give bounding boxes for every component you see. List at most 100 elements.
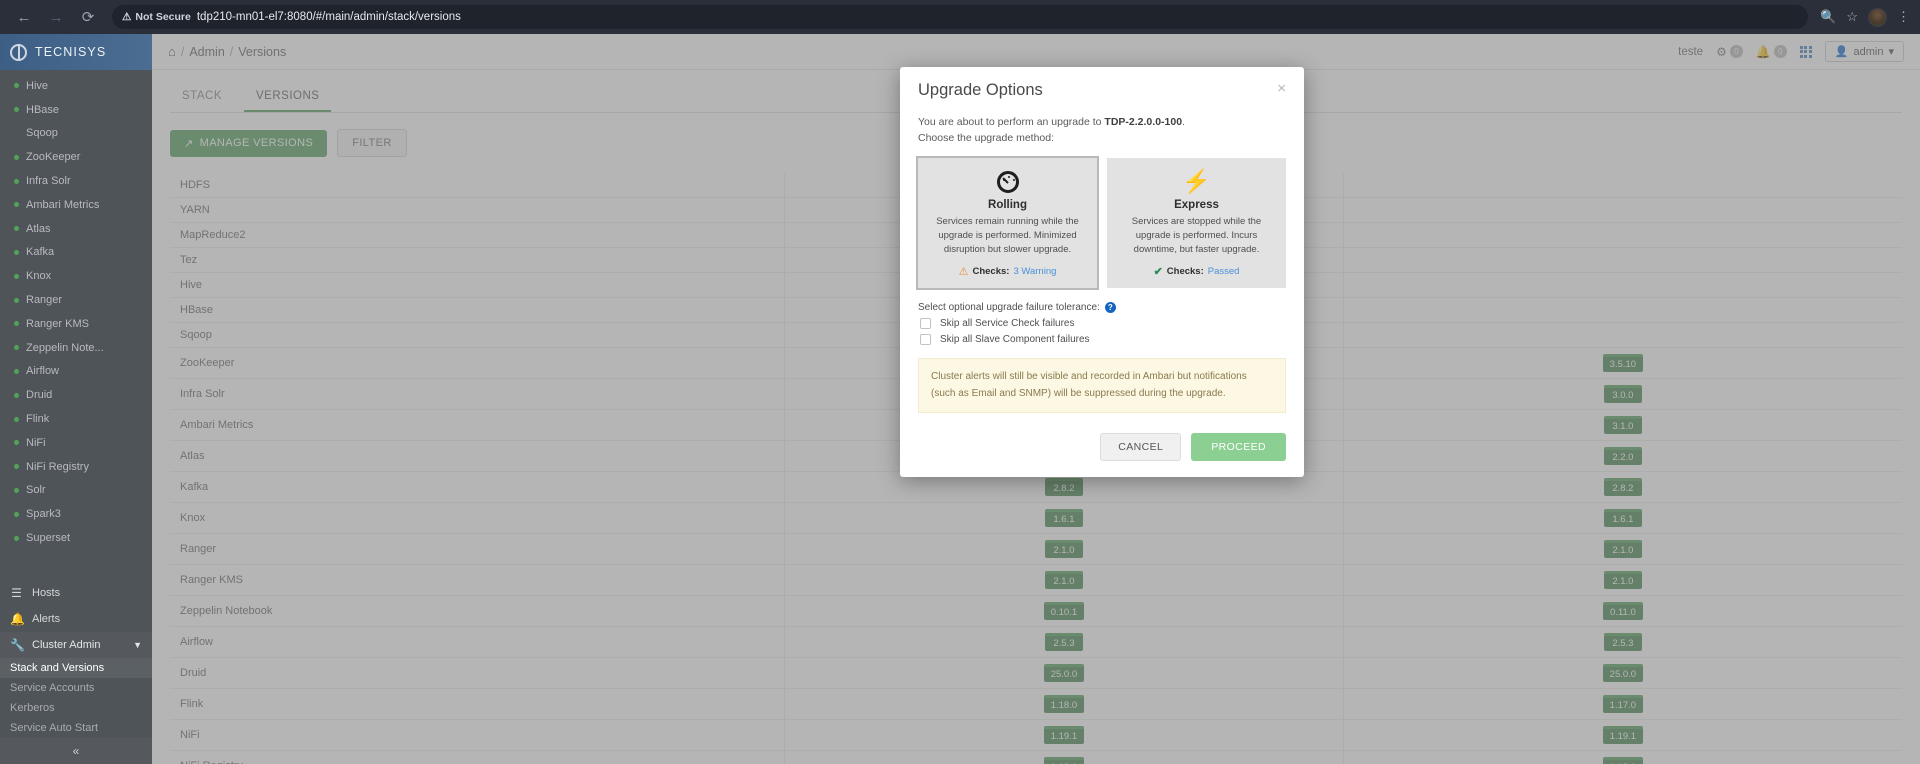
service-status-dot (14, 440, 19, 446)
sidebar-item-label: Ranger KMS (26, 317, 89, 330)
sidebar-item-label: Druid (26, 389, 53, 402)
failure-tolerance-label: Select optional upgrade failure toleranc… (918, 302, 1286, 314)
service-status-dot (14, 178, 19, 184)
service-status-dot (14, 273, 19, 279)
kebab-menu-icon[interactable]: ⋮ (1897, 9, 1910, 25)
service-status-dot (14, 487, 19, 493)
target-version: TDP-2.2.0.0-100 (1104, 116, 1183, 128)
chevron-down-icon: ▼ (133, 640, 142, 650)
sidebar-collapse-button[interactable]: « (0, 738, 152, 764)
checks-value[interactable]: Passed (1208, 266, 1240, 277)
intro-prefix: You are about to perform an upgrade to (918, 116, 1105, 128)
service-status-dot (14, 83, 19, 89)
sidebar-item-hosts[interactable]: ☰ Hosts (0, 580, 152, 606)
sidebar-item-label: ZooKeeper (26, 151, 81, 164)
cancel-button[interactable]: CANCEL (1100, 433, 1182, 462)
sidebar-item-service[interactable]: Spark3 (0, 502, 152, 526)
service-status-dot (14, 202, 19, 208)
service-status-dot (14, 392, 19, 398)
sidebar-item-service[interactable]: Ranger KMS (0, 312, 152, 336)
sidebar-item-label: Superset (26, 532, 71, 545)
brand-name: TECNISYS (35, 45, 107, 59)
sidebar-admin-list: Stack and Versions Service Accounts Kerber… (0, 658, 152, 738)
method-title: Rolling (988, 198, 1027, 211)
sidebar-item-service[interactable]: Hive (0, 74, 152, 98)
tolerance-option-service-check[interactable]: Skip all Service Check failures (918, 318, 1286, 330)
sidebar-item-label: Ambari Metrics (26, 198, 100, 211)
sidebar-item-service[interactable]: Flink (0, 407, 152, 431)
sidebar-admin-label: Kerberos (10, 702, 55, 714)
browser-toolbar: ← → ⟳ ⚠ Not Secure tdp210-mn01-el7:8080/… (0, 0, 1920, 34)
service-status-dot (14, 226, 19, 232)
checkbox-skip-slave-component[interactable] (920, 334, 931, 346)
checks-value[interactable]: 3 Warning (1013, 266, 1056, 277)
proceed-button[interactable]: PROCEED (1191, 433, 1286, 462)
service-status-dot (14, 321, 19, 327)
upgrade-method-rolling[interactable]: Rolling Services remain running while th… (916, 155, 1099, 291)
service-status-dot (14, 249, 19, 255)
method-checks: ⚠ Checks: 3 Warning (928, 265, 1087, 278)
checkbox-skip-service-check[interactable] (920, 318, 931, 330)
gauge-icon (928, 169, 1087, 195)
close-icon[interactable]: × (1277, 81, 1286, 96)
service-status-dot (14, 535, 19, 541)
sidebar-item-service[interactable]: Solr (0, 479, 152, 503)
help-circle-icon[interactable]: ? (1104, 302, 1116, 314)
sidebar-item-label: NiFi Registry (26, 460, 89, 473)
sidebar-item-label: Alerts (32, 613, 61, 625)
upgrade-method-express[interactable]: ⚡ Express Services are stopped while the… (1107, 157, 1286, 289)
sidebar-item-service[interactable]: NiFi Registry (0, 455, 152, 479)
sidebar-item-label: Flink (26, 413, 50, 426)
sidebar-item-label: Zeppelin Note... (26, 341, 104, 354)
brand-header[interactable]: TECNISYS (0, 34, 152, 70)
search-icon[interactable]: 🔍 (1820, 9, 1836, 25)
sidebar-service-list: Hive HBase Sqoop ZooKeeper Infra Solr Ambari … (0, 70, 152, 580)
dialog-footer: CANCEL PROCEED (900, 417, 1304, 477)
sidebar-item-service[interactable]: Infra Solr (0, 169, 152, 193)
sidebar-item-service[interactable]: NiFi (0, 431, 152, 455)
warning-triangle-icon: ⚠ (958, 266, 969, 279)
tolerance-option-slave-component[interactable]: Skip all Slave Component failures (918, 334, 1286, 346)
dialog-header: Upgrade Options × (900, 67, 1304, 106)
sidebar-admin-item[interactable]: Stack and Versions (0, 658, 152, 678)
sidebar-item-service[interactable]: Airflow (0, 360, 152, 384)
sidebar-item-service[interactable]: Atlas (0, 217, 152, 241)
sidebar-item-alerts[interactable]: 🔔 Alerts (0, 606, 152, 632)
profile-avatar[interactable] (1868, 7, 1887, 27)
sidebar-item-label: Atlas (26, 222, 51, 235)
sidebar-item-service[interactable]: ZooKeeper (0, 145, 152, 169)
alert-suppression-note: Cluster alerts will still be visible and… (918, 358, 1286, 414)
address-bar[interactable]: ⚠ Not Secure tdp210-mn01-el7:8080/#/main… (112, 5, 1809, 29)
lightning-bolt-icon: ⚡ (1182, 168, 1211, 195)
not-secure-indicator[interactable]: ⚠ Not Secure (122, 11, 191, 23)
sidebar-item-service[interactable]: Zeppelin Note... (0, 336, 152, 360)
browser-forward-icon[interactable]: → (42, 3, 70, 31)
intro-suffix: . (1182, 116, 1185, 128)
brand-logo-icon (10, 43, 27, 61)
not-secure-label: Not Secure (135, 11, 191, 23)
sidebar-item-service[interactable]: HBase (0, 98, 152, 122)
hosts-icon: ☰ (11, 586, 22, 600)
sidebar-item-label: HBase (26, 103, 60, 116)
sidebar-admin-item[interactable]: Service Accounts (0, 678, 152, 698)
method-description: Services remain running while the upgrad… (936, 215, 1079, 256)
sidebar-item-service[interactable]: Kafka (0, 241, 152, 265)
sidebar-item-label: Ranger (26, 294, 63, 307)
tolerance-option-label: Skip all Service Check failures (940, 318, 1075, 330)
sidebar-item-service[interactable]: Sqoop (0, 122, 152, 146)
dialog-body: You are about to perform an upgrade to T… (900, 106, 1304, 417)
sidebar-admin-item[interactable]: Service Auto Start (0, 718, 152, 738)
warning-triangle-icon: ⚠ (122, 11, 132, 23)
sidebar-item-service[interactable]: Druid (0, 383, 152, 407)
sidebar-item-label: Airflow (26, 365, 60, 378)
star-icon[interactable]: ☆ (1846, 9, 1858, 25)
sidebar-admin-item[interactable]: Kerberos (0, 698, 152, 718)
sidebar-item-service[interactable]: Superset (0, 526, 152, 550)
sidebar-item-service[interactable]: Knox (0, 264, 152, 288)
browser-reload-icon[interactable]: ⟳ (74, 3, 102, 31)
service-status-dot (14, 297, 19, 303)
sidebar-item-service[interactable]: Ranger (0, 288, 152, 312)
sidebar-section-cluster-admin[interactable]: 🔧 Cluster Admin ▼ (0, 632, 152, 658)
browser-back-icon[interactable]: ← (10, 3, 38, 31)
sidebar-item-service[interactable]: Ambari Metrics (0, 193, 152, 217)
